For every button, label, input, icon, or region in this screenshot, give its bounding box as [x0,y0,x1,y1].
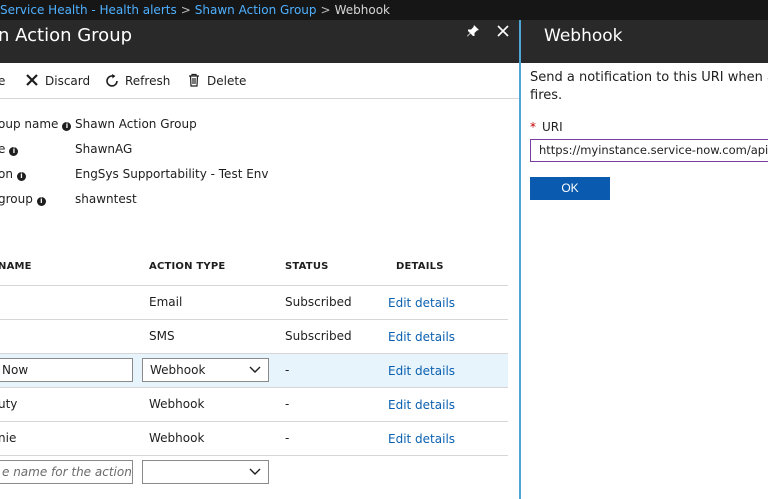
breadcrumb-separator: > [180,3,191,17]
action-type: SMS [149,329,175,343]
action-type-select[interactable]: Webhook [142,358,269,382]
property-value: Shawn Action Group [75,117,197,131]
info-icon[interactable]: i [36,197,46,206]
edit-details-link[interactable]: Edit details [388,398,455,412]
pin-icon[interactable] [465,24,481,40]
action-name: nie [0,431,17,445]
table-row: nie Webhook - Edit details [0,422,508,456]
column-header-name: NAME [0,261,32,272]
edit-details-link[interactable]: Edit details [388,432,455,446]
close-icon-graphic [497,25,509,37]
breadcrumb: Service Health - Health alerts > Shawn Act… [0,0,768,20]
webhook-description-line: fires. [530,88,563,103]
required-marker: * [530,120,536,134]
column-header-action-type: ACTION TYPE [149,261,226,272]
action-name: uty [0,397,18,411]
action-type-selected-value: Webhook [150,363,206,377]
table-header-row: NAME ACTION TYPE STATUS DETAILS [0,252,508,286]
property-row: on i EngSys Supportability - Test Env [0,162,519,187]
action-status: - [285,397,290,411]
uri-label: * URI [530,120,563,134]
property-value: EngSys Supportability - Test Env [75,167,269,181]
pin-icon-graphic [467,25,479,37]
webhook-description: Send a notification to this URI when an … [530,69,768,105]
new-action-type-select[interactable] [142,460,269,484]
discard-button-label: Discard [45,74,91,88]
column-header-status: STATUS [285,261,329,272]
breadcrumb-item-health-alerts[interactable]: Service Health - Health alerts [0,3,177,17]
save-button-label: e [0,74,6,88]
edit-details-link[interactable]: Edit details [388,296,455,310]
table-row: Email Subscribed Edit details [0,286,508,320]
action-status: Subscribed [285,329,352,343]
property-value: shawntest [75,192,137,206]
breadcrumb-current: Webhook [334,3,390,17]
new-action-row: e name for the action [0,456,508,490]
info-icon[interactable]: i [62,122,72,131]
trash-icon [186,73,202,89]
webhook-blade-title: Webhook [544,26,623,46]
discard-button[interactable]: Discard [24,72,90,90]
breadcrumb-item-action-group[interactable]: Shawn Action Group [195,3,317,17]
info-icon[interactable]: i [16,172,26,181]
refresh-button-label: Refresh [125,74,171,88]
info-icon[interactable]: i [9,147,19,156]
property-row: oup name i Shawn Action Group [0,112,519,137]
action-group-blade-header: n Action Group [0,20,519,63]
property-label: ei [0,137,19,162]
toolbar: e Discard Refresh Delete [0,63,519,99]
property-row: group i shawntest [0,187,519,212]
action-group-properties: oup name i Shawn Action Group ei ShawnAG … [0,112,519,212]
edit-details-link[interactable]: Edit details [388,330,455,344]
blade-divider [519,20,521,499]
property-label: group i [0,187,46,212]
action-status: - [285,431,290,445]
refresh-button[interactable]: Refresh [104,72,170,90]
action-type: Webhook [149,397,205,411]
chevron-down-icon [249,468,261,475]
action-type: Email [149,295,183,309]
actions-table: NAME ACTION TYPE STATUS DETAILS Email Su… [0,252,508,490]
breadcrumb-separator: > [320,3,331,17]
delete-button[interactable]: Delete [186,72,246,90]
refresh-icon [104,73,120,89]
property-value: ShawnAG [75,142,133,156]
ok-button[interactable]: OK [530,177,610,200]
chevron-down-icon [249,366,261,373]
webhook-blade-header: Webhook [521,20,768,63]
property-row: ei ShawnAG [0,137,519,162]
table-row: SMS Subscribed Edit details [0,320,508,354]
new-action-name-input[interactable]: e name for the action [0,460,133,484]
uri-label-text: URI [542,120,563,134]
action-status: - [285,363,290,377]
close-icon[interactable] [495,24,511,40]
delete-button-label: Delete [207,74,247,88]
save-button[interactable]: e [0,72,5,90]
table-row: uty Webhook - Edit details [0,388,508,422]
discard-icon [24,73,40,89]
property-label: oup name i [0,112,72,137]
action-type: Webhook [149,431,205,445]
column-header-details: DETAILS [396,261,444,272]
blade-title: n Action Group [0,25,133,46]
action-status: Subscribed [285,295,352,309]
webhook-description-line: Send a notification to this URI when an [530,70,768,85]
table-row-selected: Now Webhook - Edit details [0,354,508,388]
uri-input[interactable]: https://myinstance.service-now.com/api/x [530,139,768,162]
edit-details-link[interactable]: Edit details [388,364,455,378]
action-name-input[interactable]: Now [0,358,133,382]
property-label: on i [0,162,26,187]
